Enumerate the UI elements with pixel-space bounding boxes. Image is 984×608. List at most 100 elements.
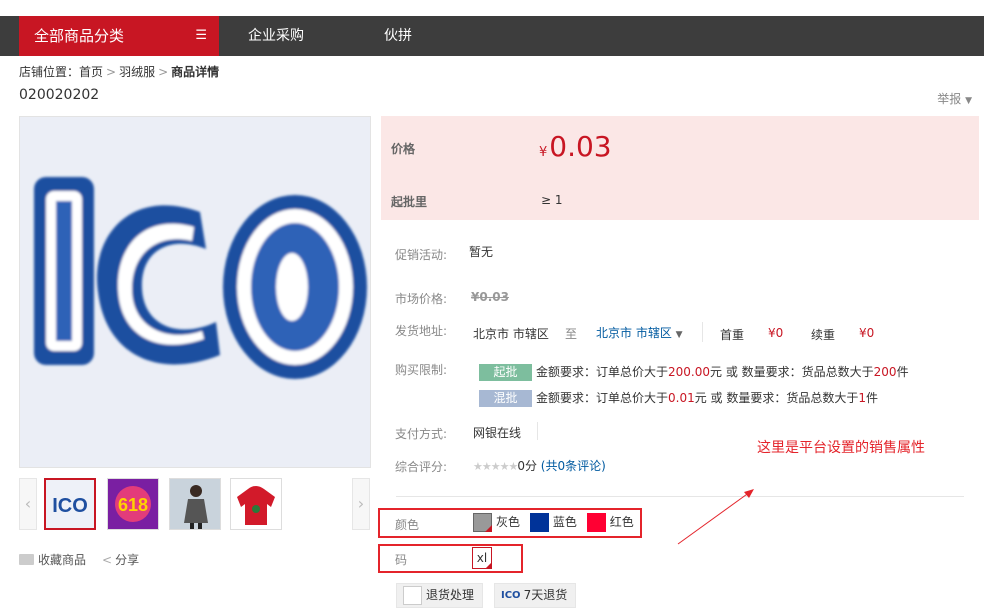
ico-badge-icon: ICO xyxy=(501,590,521,601)
currency-symbol: ¥ xyxy=(539,145,548,160)
moq-label: 起批里 xyxy=(391,195,428,209)
continue-weight-label: 续重 xyxy=(811,328,836,342)
breadcrumb-prefix: 店铺位置： xyxy=(19,65,80,79)
nav-link-enterprise[interactable]: 企业采购 xyxy=(248,16,304,56)
caret-down-icon: ▼ xyxy=(675,330,683,340)
blue-swatch xyxy=(529,513,549,532)
payment-value: 网银在线 xyxy=(473,426,522,440)
chevron-right-icon: › xyxy=(357,494,365,513)
thumbnail-1[interactable]: ICO xyxy=(44,478,96,530)
limit1-text-b: 元 或 数量要求：货品总数大于 xyxy=(710,365,874,379)
selected-check-icon xyxy=(485,525,492,532)
promo-value: 暂无 xyxy=(469,245,494,259)
ico-thumb-image: ICO xyxy=(46,480,94,528)
price-number: 0.03 xyxy=(549,130,612,163)
batch-tag: 起批 xyxy=(479,364,532,381)
annotation-arrow xyxy=(677,489,754,545)
color-label: 颜色 xyxy=(395,518,420,532)
ico-logo-image xyxy=(34,177,367,379)
seven-day-return-button[interactable]: ICO 7天退货 xyxy=(494,583,577,608)
breadcrumb-current: 商品详情 xyxy=(171,65,220,79)
breadcrumb: 店铺位置：首页 > 羽绒服 > 商品详情 xyxy=(19,63,219,80)
ship-address-label: 发货地址: xyxy=(395,324,448,338)
report-link[interactable]: 举报 ▼ xyxy=(937,90,972,107)
color-option-blue[interactable]: 蓝色 xyxy=(529,513,577,532)
caret-down-icon: ▼ xyxy=(965,96,972,106)
seven-day-label: 7天退货 xyxy=(523,588,568,602)
folder-icon xyxy=(19,554,34,565)
ship-to-word: 至 xyxy=(565,327,578,341)
color-gray-label: 灰色 xyxy=(496,515,521,529)
favorite-button[interactable]: 收藏商品 xyxy=(19,551,86,568)
size-label: 码 xyxy=(395,553,408,567)
return-service-button[interactable]: 退货处理 xyxy=(396,583,484,608)
limit1-amount: 200.00 xyxy=(668,365,711,379)
all-categories-label: 全部商品分类 xyxy=(34,27,125,45)
size-option-xl[interactable]: xl xyxy=(472,547,492,569)
rating-score: 0分 xyxy=(517,459,537,473)
limit1-qty: 200 xyxy=(873,365,897,379)
thumbnail-3[interactable] xyxy=(169,478,221,530)
star-rating-icon: ★★★★★ xyxy=(473,460,518,473)
promo-618-thumb-image: 618 xyxy=(108,479,158,529)
share-icon: < xyxy=(102,553,113,567)
rating-reviews-link[interactable]: (共0条评论) xyxy=(541,459,606,473)
color-blue-label: 蓝色 xyxy=(552,515,577,529)
red-hoodie-thumb-image xyxy=(231,479,281,529)
rating-label: 综合评分: xyxy=(395,460,448,474)
market-price-label: 市场价格: xyxy=(395,292,448,306)
first-weight-value: ¥0 xyxy=(768,326,784,340)
limit1-text-c: 件 xyxy=(896,365,909,379)
model-photo-thumb-image xyxy=(170,479,220,529)
thumb-ico-text: ICO xyxy=(52,495,88,517)
price-value: ¥0.03 xyxy=(539,130,612,163)
limit2-amount: 0.01 xyxy=(668,391,695,405)
mixed-tag: 混批 xyxy=(479,390,532,407)
share-label: 分享 xyxy=(115,553,140,567)
divider xyxy=(537,422,538,440)
thumbnail-strip: ‹ ICO 618 › xyxy=(19,478,371,530)
color-red-label: 红色 xyxy=(609,515,634,529)
color-option-gray[interactable]: 灰色 xyxy=(473,513,521,532)
ship-to-value: 北京市 市辖区 xyxy=(596,326,672,340)
rating-row: ★★★★★0分 (共0条评论) xyxy=(473,457,606,474)
ship-to-select[interactable]: 北京市 市辖区 ▼ xyxy=(596,324,683,341)
chevron-right-icon: > xyxy=(158,65,169,79)
limit1-text-a: 金额要求：订单总价大于 xyxy=(536,365,669,379)
breadcrumb-home[interactable]: 首页 xyxy=(79,65,103,79)
thumbnail-2[interactable]: 618 xyxy=(107,478,159,530)
price-label: 价格 xyxy=(391,142,416,156)
payment-label: 支付方式: xyxy=(395,427,448,441)
ship-from: 北京市 市辖区 xyxy=(473,327,549,341)
first-weight-label: 首重 xyxy=(720,328,745,342)
thumb-next-button[interactable]: › xyxy=(352,478,370,530)
main-nav: 全部商品分类 ☰ 企业采购 伙拼 xyxy=(0,16,984,56)
color-option-red[interactable]: 红色 xyxy=(586,513,634,532)
all-categories-button[interactable]: 全部商品分类 ☰ xyxy=(19,16,219,56)
thumb-618-text: 618 xyxy=(118,495,148,515)
color-options: 灰色 蓝色 红色 xyxy=(473,513,634,532)
share-button[interactable]: < 分享 xyxy=(102,551,139,568)
market-price-value: ¥0.03 xyxy=(471,290,509,304)
breadcrumb-category[interactable]: 羽绒服 xyxy=(119,65,155,79)
continue-weight-value: ¥0 xyxy=(859,326,875,340)
gray-swatch xyxy=(473,513,492,532)
return-icon xyxy=(403,586,422,605)
favorite-label: 收藏商品 xyxy=(38,553,87,567)
limit2-qty: 1 xyxy=(858,391,867,405)
thumbnail-4[interactable] xyxy=(230,478,282,530)
annotation-text: 这里是平台设置的销售属性 xyxy=(757,440,925,456)
nav-link-group-buy[interactable]: 伙拼 xyxy=(384,16,412,56)
top-strip xyxy=(0,0,984,16)
chevron-right-icon: > xyxy=(106,65,117,79)
selected-check-icon xyxy=(485,562,492,569)
promo-label: 促销活动: xyxy=(395,248,448,262)
limit2-text-b: 元 或 数量要求：货品总数大于 xyxy=(694,391,859,405)
purchase-limit-label: 购买限制: xyxy=(395,363,448,377)
limit-row-batch: 起批 金额要求：订单总价大于200.00元 或 数量要求：货品总数大于200件 xyxy=(479,363,909,381)
report-label: 举报 xyxy=(937,92,962,106)
product-code: 020020202 xyxy=(19,87,100,103)
return-label: 退货处理 xyxy=(426,588,475,602)
limit2-text-c: 件 xyxy=(866,391,879,405)
thumb-prev-button[interactable]: ‹ xyxy=(19,478,37,530)
